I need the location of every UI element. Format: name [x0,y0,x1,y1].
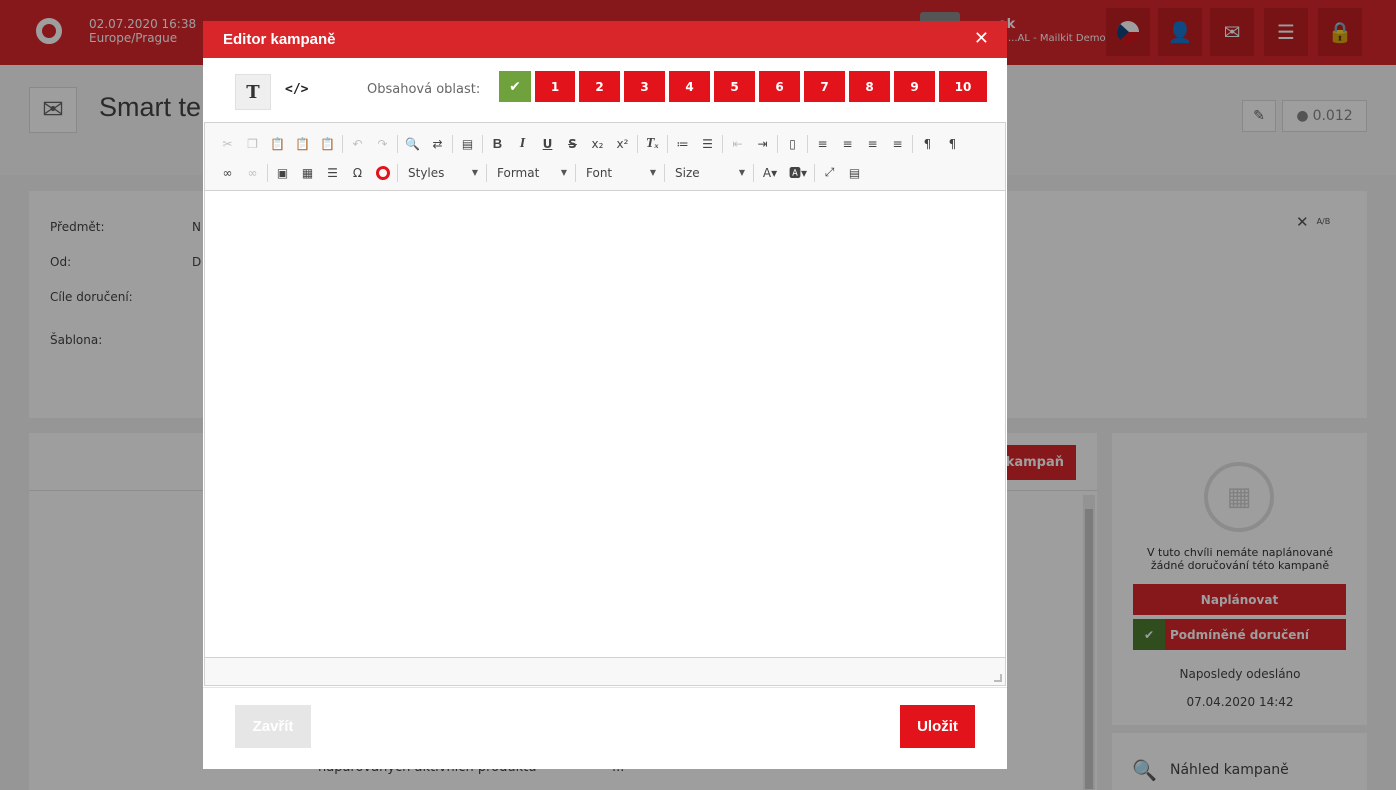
outdent-icon[interactable]: ⇤ [725,132,750,156]
chevron-down-icon: ▼ [738,168,745,177]
text-direction-rtl-icon[interactable]: ¶ [940,132,965,156]
link-icon[interactable]: ∞ [215,161,240,185]
copy-icon[interactable]: ❐ [240,132,265,156]
size-label: Size [675,165,700,180]
bulleted-list-icon[interactable]: ☰ [695,132,720,156]
font-label: Font [586,165,613,180]
font-dropdown[interactable]: Font ▼ [578,162,662,184]
mode-row: T </> Obsahová oblast: ✔ 1 2 3 4 5 6 7 8… [203,58,1007,121]
subscript-icon[interactable]: x₂ [585,132,610,156]
paste-word-icon[interactable]: 📋 [315,132,340,156]
text-direction-ltr-icon[interactable]: ¶ [915,132,940,156]
paste-icon[interactable]: 📋 [265,132,290,156]
editor-content-area[interactable] [205,191,1005,657]
align-center-icon[interactable]: ≡ [835,132,860,156]
show-blocks-icon[interactable]: ▤ [842,161,867,185]
align-right-icon[interactable]: ≡ [860,132,885,156]
paste-text-icon[interactable]: 📋 [290,132,315,156]
select-all-icon[interactable]: ▤ [455,132,480,156]
modal-header: Editor kampaně ✕ [203,21,1007,58]
content-area-tab-6[interactable]: 6 [759,71,800,102]
content-area-tab-3[interactable]: 3 [624,71,665,102]
content-area-tab-1[interactable]: 1 [535,71,575,102]
content-area-tab-2[interactable]: 2 [579,71,620,102]
editor-status-bar [205,657,1005,685]
resize-handle[interactable] [994,674,1002,682]
div-container-icon[interactable]: ▯ [780,132,805,156]
bold-icon[interactable]: B [485,132,510,156]
save-button[interactable]: Uložit [900,705,975,748]
image-icon[interactable]: ▣ [270,161,295,185]
anchor-icon[interactable] [370,161,395,185]
align-justify-icon[interactable]: ≡ [885,132,910,156]
redo-icon[interactable]: ↷ [370,132,395,156]
text-color-icon[interactable]: A▾ [756,161,784,185]
text-editor-icon: T [246,81,260,103]
content-area-tab-5[interactable]: 5 [714,71,755,102]
special-char-icon[interactable]: Ω [345,161,370,185]
toolbar-row-1: ✂ ❐ 📋 📋 📋 ↶ ↷ 🔍 ⇄ ▤ B I U S x₂ x² Tₓ ≔ ☰… [215,129,995,158]
editor-toolbar: ✂ ❐ 📋 📋 📋 ↶ ↷ 🔍 ⇄ ▤ B I U S x₂ x² Tₓ ≔ ☰… [205,123,1005,191]
remove-format-icon[interactable]: Tₓ [640,132,665,156]
content-area-label: Obsahová oblast: [367,82,481,97]
background-color-icon[interactable]: 🅰▾ [784,161,812,185]
chevron-down-icon: ▼ [649,168,656,177]
visual-editor-button[interactable]: T [235,74,271,110]
toolbar-row-2: ∞ ∞ ▣ ▦ ☰ Ω Styles ▼ Format ▼ Font ▼ Siz… [215,158,995,187]
content-area-check[interactable]: ✔ [499,71,531,102]
find-icon[interactable]: 🔍 [400,132,425,156]
maximize-icon[interactable]: ⤢ [817,161,842,185]
campaign-editor-modal: Editor kampaně ✕ T </> Obsahová oblast: … [203,21,1007,769]
indent-icon[interactable]: ⇥ [750,132,775,156]
horizontal-line-icon[interactable]: ☰ [320,161,345,185]
content-area-tab-9[interactable]: 9 [894,71,935,102]
replace-icon[interactable]: ⇄ [425,132,450,156]
undo-icon[interactable]: ↶ [345,132,370,156]
content-area-tabs: ✔ 1 2 3 4 5 6 7 8 9 10 [499,71,987,102]
modal-footer: Zavřít Uložit [203,687,1007,769]
format-dropdown[interactable]: Format ▼ [489,162,573,184]
source-code-button[interactable]: </> [285,82,308,97]
chevron-down-icon: ▼ [471,168,478,177]
unlink-icon[interactable]: ∞ [240,161,265,185]
table-icon[interactable]: ▦ [295,161,320,185]
content-area-tab-4[interactable]: 4 [669,71,710,102]
superscript-icon[interactable]: x² [610,132,635,156]
strikethrough-icon[interactable]: S [560,132,585,156]
cut-icon[interactable]: ✂ [215,132,240,156]
styles-dropdown[interactable]: Styles ▼ [400,162,484,184]
align-left-icon[interactable]: ≡ [810,132,835,156]
content-area-tab-8[interactable]: 8 [849,71,890,102]
check-icon: ✔ [509,78,521,95]
close-icon[interactable]: ✕ [974,28,989,49]
numbered-list-icon[interactable]: ≔ [670,132,695,156]
content-area-tab-7[interactable]: 7 [804,71,845,102]
underline-icon[interactable]: U [535,132,560,156]
rich-text-editor: ✂ ❐ 📋 📋 📋 ↶ ↷ 🔍 ⇄ ▤ B I U S x₂ x² Tₓ ≔ ☰… [204,122,1006,686]
format-label: Format [497,165,540,180]
styles-label: Styles [408,165,445,180]
content-area-tab-10[interactable]: 10 [939,71,987,102]
close-button[interactable]: Zavřít [235,705,311,748]
size-dropdown[interactable]: Size ▼ [667,162,751,184]
modal-title: Editor kampaně [223,31,336,48]
italic-icon[interactable]: I [510,132,535,156]
chevron-down-icon: ▼ [560,168,567,177]
